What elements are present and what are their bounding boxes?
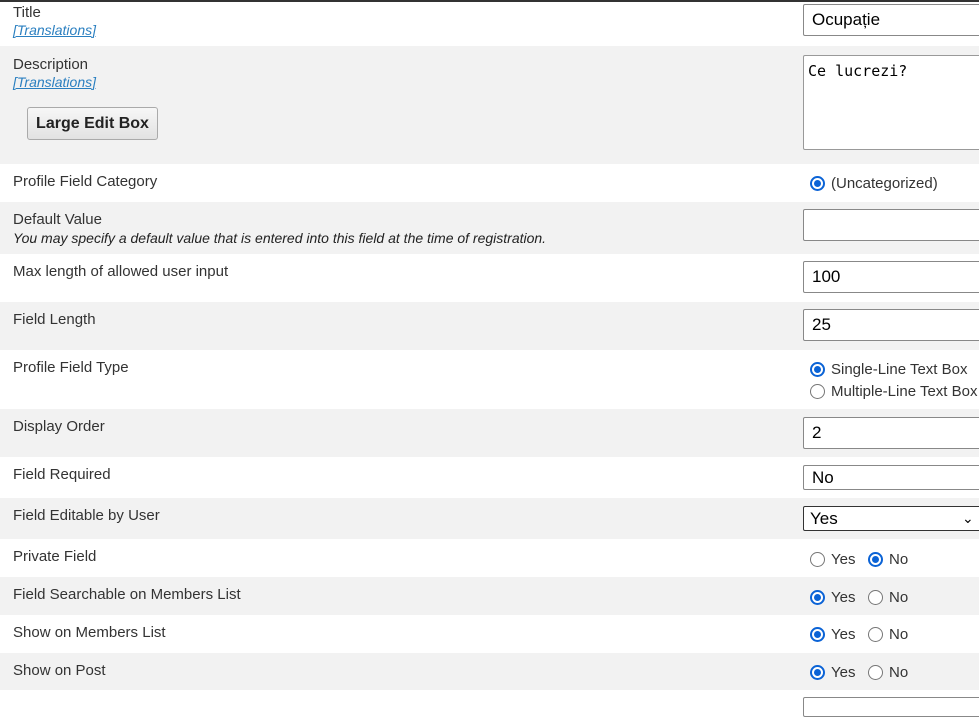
next-row-input[interactable] (803, 697, 979, 717)
private-label: Private Field (13, 548, 97, 565)
private-no-text: No (889, 551, 909, 568)
show-on-post-yes-text: Yes (831, 664, 856, 681)
field-type-multi-line-radio[interactable] (810, 384, 825, 399)
members-list-label: Show on Members List (13, 624, 166, 641)
category-uncategorized-radio[interactable] (810, 176, 825, 191)
max-length-input[interactable]: 100 (803, 261, 979, 293)
editable-select[interactable]: Yes (803, 506, 979, 531)
members-list-yes-radio[interactable] (810, 627, 825, 642)
show-on-post-label: Show on Post (13, 662, 106, 679)
private-no-radio[interactable] (868, 552, 883, 567)
searchable-no-radio[interactable] (868, 590, 883, 605)
category-label: Profile Field Category (13, 173, 158, 190)
searchable-no-text: No (889, 589, 909, 606)
editable-label: Field Editable by User (13, 507, 160, 524)
title-input[interactable]: Ocupație (803, 4, 979, 36)
display-order-input[interactable]: 2 (803, 417, 979, 449)
description-label: Description (13, 56, 89, 73)
display-order-label: Display Order (13, 418, 105, 435)
default-value-input[interactable] (803, 209, 979, 241)
description-textarea[interactable]: Ce lucrezi? (803, 55, 979, 150)
field-type-single-line-radio[interactable] (810, 362, 825, 377)
chevron-down-icon: ⌄ (962, 510, 974, 526)
show-on-post-yes-radio[interactable] (810, 665, 825, 680)
field-length-input[interactable]: 25 (803, 309, 979, 341)
show-on-post-no-radio[interactable] (868, 665, 883, 680)
members-list-yes-text: Yes (831, 626, 856, 643)
row-field-type (0, 350, 979, 409)
private-yes-text: Yes (831, 551, 856, 568)
title-label: Title (13, 4, 41, 21)
max-length-label: Max length of allowed user input (13, 263, 229, 280)
category-uncategorized-text: (Uncategorized) (831, 175, 938, 192)
required-select[interactable]: No (803, 465, 979, 490)
searchable-yes-text: Yes (831, 589, 856, 606)
default-value-label: Default Value (13, 211, 102, 228)
field-type-multi-line-text: Multiple-Line Text Box (831, 383, 978, 400)
required-label: Field Required (13, 466, 111, 483)
field-type-label: Profile Field Type (13, 359, 129, 376)
members-list-no-text: No (889, 626, 909, 643)
searchable-label: Field Searchable on Members List (13, 586, 241, 603)
members-list-no-radio[interactable] (868, 627, 883, 642)
large-edit-box-button[interactable]: Large Edit Box (27, 107, 158, 140)
default-value-hint: You may specify a default value that is … (13, 230, 547, 246)
description-translations-link[interactable]: [Translations] (13, 74, 96, 90)
searchable-yes-radio[interactable] (810, 590, 825, 605)
field-type-single-line-text: Single-Line Text Box (831, 361, 968, 378)
title-translations-link[interactable]: [Translations] (13, 22, 96, 38)
field-length-label: Field Length (13, 311, 96, 328)
private-yes-radio[interactable] (810, 552, 825, 567)
show-on-post-no-text: No (889, 664, 909, 681)
